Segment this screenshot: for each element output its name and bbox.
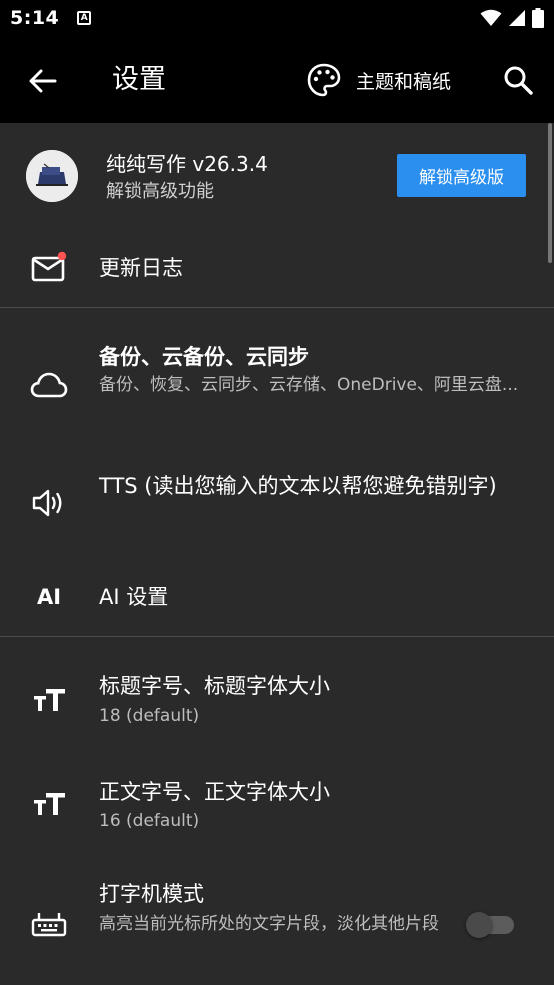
theme-button[interactable]: 主题和稿纸	[306, 60, 451, 100]
item-title: AI 设置	[99, 585, 169, 609]
typewriter-icon	[30, 905, 68, 943]
item-title: 正文字号、正文字体大小	[99, 780, 330, 804]
item-subtitle: 16 (default)	[99, 811, 200, 831]
item-backup[interactable]: 备份、云备份、云同步 备份、恢复、云同步、云存储、OneDrive、阿里云盘..…	[0, 308, 554, 432]
item-subtitle: 18 (default)	[99, 706, 200, 726]
item-title-font-size[interactable]: 标题字号、标题字体大小 18 (default)	[0, 637, 554, 741]
toggle-thumb	[466, 912, 492, 938]
palette-icon	[307, 63, 341, 97]
app-info-row: 纯纯写作 v26.3.4 解锁高级功能 解锁高级版	[0, 123, 554, 227]
status-icons	[480, 8, 544, 28]
back-arrow-icon	[29, 69, 57, 93]
item-changelog[interactable]: 更新日志	[0, 227, 554, 307]
search-button[interactable]	[498, 60, 538, 100]
unlock-premium-button[interactable]: 解锁高级版	[397, 154, 526, 197]
app-logo	[26, 150, 78, 202]
page-title: 设置	[112, 64, 166, 95]
settings-list[interactable]: 纯纯写作 v26.3.4 解锁高级功能 解锁高级版 更新日志 备份、云备份、云同…	[0, 123, 554, 985]
battery-icon	[532, 8, 544, 28]
item-subtitle: 高亮当前光标所处的文字片段，淡化其他片段	[99, 914, 439, 934]
item-ai-settings[interactable]: AI AI 设置	[0, 560, 554, 636]
theme-label: 主题和稿纸	[356, 70, 452, 93]
item-title: 备份、云备份、云同步	[99, 345, 309, 369]
speaker-icon	[30, 484, 68, 522]
back-button[interactable]	[24, 62, 62, 100]
ai-icon: AI	[36, 585, 62, 609]
item-body-font-size[interactable]: 正文字号、正文字体大小 16 (default)	[0, 741, 554, 845]
status-time: 5:14	[10, 7, 60, 29]
text-size-icon	[30, 681, 68, 719]
item-title: TTS (读出您输入的文本以帮您避免错别字)	[99, 474, 497, 498]
search-icon	[504, 66, 533, 95]
app-subtitle: 解锁高级功能	[106, 181, 214, 202]
item-tts[interactable]: TTS (读出您输入的文本以帮您避免错别字)	[0, 450, 554, 560]
typewriter-toggle[interactable]	[466, 912, 516, 938]
item-subtitle: 备份、恢复、云同步、云存储、OneDrive、阿里云盘...	[99, 375, 519, 395]
mail-icon	[30, 248, 68, 286]
wifi-icon	[480, 9, 502, 26]
item-title: 更新日志	[99, 256, 183, 280]
app-name: 纯纯写作 v26.3.4	[106, 152, 268, 176]
app-bar: 设置 主题和稿纸	[0, 36, 554, 123]
cloud-icon	[30, 366, 68, 404]
status-bar: 5:14 A	[0, 0, 554, 36]
item-title: 打字机模式	[99, 882, 204, 906]
item-title: 标题字号、标题字体大小	[99, 674, 330, 698]
item-typewriter-mode[interactable]: 打字机模式 高亮当前光标所处的文字片段，淡化其他片段	[0, 863, 554, 985]
text-size-icon	[30, 785, 68, 823]
signal-icon	[509, 10, 525, 26]
notification-a-icon: A	[77, 11, 92, 25]
